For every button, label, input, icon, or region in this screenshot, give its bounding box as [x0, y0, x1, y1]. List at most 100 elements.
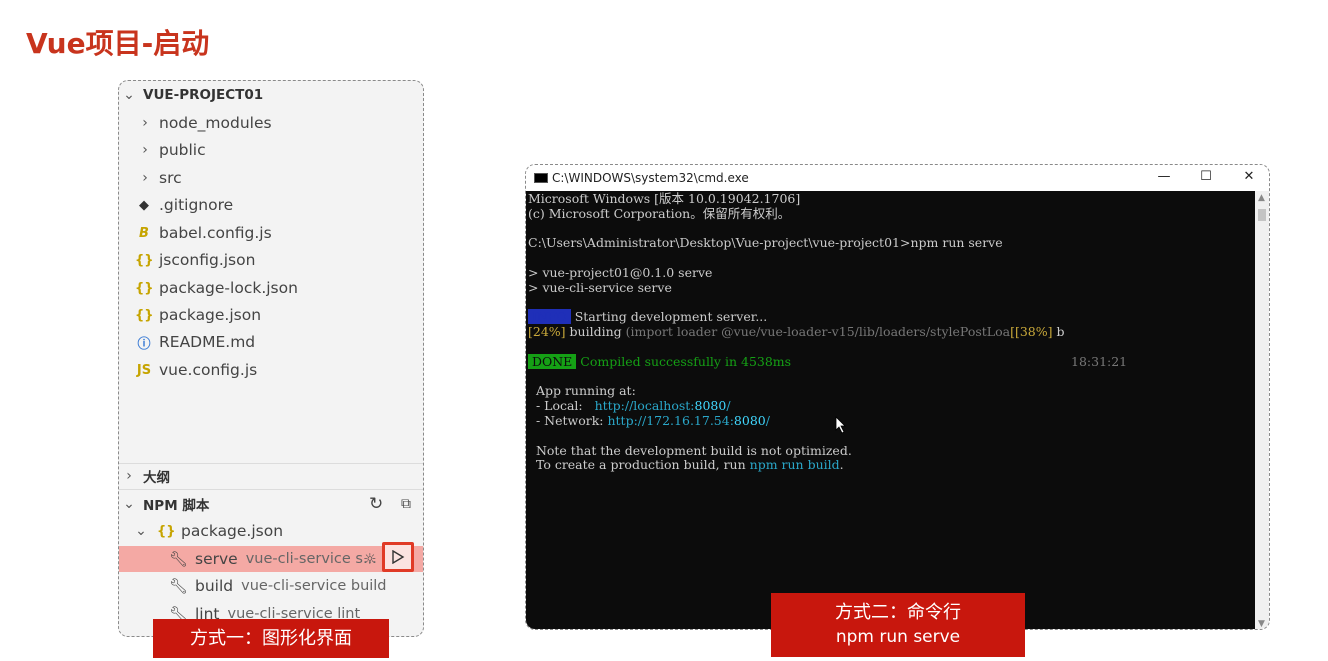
refresh-icon[interactable]: ↻: [369, 494, 383, 514]
console-text: /: [765, 412, 770, 428]
console-output[interactable]: Microsoft Windows [版本 10.0.19042.1706] (…: [526, 191, 1255, 629]
console-timestamp: 18:31:21: [1071, 353, 1128, 369]
chevron-right-icon: ›: [142, 142, 148, 158]
tree-item-vue-config[interactable]: JS vue.config.js: [119, 357, 423, 383]
chevron-right-icon: ›: [142, 115, 148, 131]
json-brace-icon: {}: [135, 307, 154, 323]
tree-item-src[interactable]: › src: [119, 165, 423, 191]
tree-item-package-lock[interactable]: {} package-lock.json: [119, 275, 423, 301]
tree-item-label: jsconfig.json: [159, 251, 256, 269]
local-port[interactable]: 8080: [695, 398, 727, 413]
section-divider: [119, 489, 423, 490]
mouse-cursor-icon: [835, 416, 846, 434]
npm-script-serve[interactable]: 🔧︎ serve vue-cli-service s... ☼: [119, 546, 423, 572]
script-name: serve: [195, 550, 238, 568]
scroll-thumb[interactable]: [1258, 209, 1266, 221]
badge-cli-command: npm run serve: [835, 627, 961, 647]
run-script-button[interactable]: [382, 542, 414, 572]
page-title: Vue项目-启动: [26, 27, 210, 60]
info-icon: ⓘ: [137, 336, 151, 352]
tree-item-package-json[interactable]: {} package.json: [119, 302, 423, 328]
scroll-up-icon[interactable]: ▲: [1258, 193, 1265, 203]
json-brace-icon: {}: [157, 523, 176, 539]
npm-scripts-label: NPM 脚本: [143, 498, 210, 514]
tree-item-label: public: [159, 141, 206, 159]
tree-item-readme[interactable]: ⓘ README.md: [119, 329, 423, 355]
json-brace-icon: {}: [135, 252, 154, 268]
cmd-app-icon: [534, 173, 548, 183]
console-text: Compiled successfully in 4538ms: [576, 353, 792, 369]
outline-section-header[interactable]: › 大纲: [119, 463, 423, 489]
console-text: npm run build: [749, 457, 840, 473]
console-line: To create a production build, run npm ru…: [528, 457, 1255, 473]
console-line: DONE Compiled successfully in 4538ms 18:3…: [528, 353, 1255, 370]
cmd-window-title: C:\WINDOWS\system32\cmd.exe: [552, 171, 749, 185]
project-name: VUE-PROJECT01: [143, 87, 264, 103]
tree-item-babel-config[interactable]: B babel.config.js: [119, 220, 423, 246]
npm-script-build[interactable]: 🔧︎ build vue-cli-service build: [119, 573, 423, 599]
console-line: > vue-project01@0.1.0 serve: [528, 264, 713, 280]
vscode-explorer-panel: ⌄ VUE-PROJECT01 › node_modules › public …: [118, 80, 424, 637]
script-name: build: [195, 577, 234, 595]
chevron-right-icon: ›: [126, 468, 132, 484]
badge-cli-method: 方式二：命令行 npm run serve: [771, 593, 1025, 657]
project-header[interactable]: ⌄ VUE-PROJECT01: [119, 82, 423, 108]
tree-item-jsconfig[interactable]: {} jsconfig.json: [119, 247, 423, 273]
tree-item-label: vue.config.js: [159, 361, 258, 379]
console-line: Note that the development build is not o…: [528, 442, 852, 458]
console-scrollbar[interactable]: ▲ ▼: [1255, 191, 1269, 629]
debug-icon[interactable]: ☼: [363, 550, 376, 568]
console-line: [24%] building (import loader @vue/vue-l…: [528, 324, 1255, 340]
npm-scripts-section-header[interactable]: ⌄ NPM 脚本 ↻ ⧉: [119, 491, 423, 517]
collapse-all-icon[interactable]: ⧉: [401, 496, 411, 512]
wrench-icon: 🔧︎: [169, 577, 189, 595]
babel-icon: B: [139, 225, 149, 241]
close-icon[interactable]: ✕: [1239, 169, 1259, 187]
npm-package-json[interactable]: ⌄ {} package.json: [119, 518, 423, 544]
script-command: vue-cli-service build: [241, 578, 387, 594]
console-text: Starting development server...: [570, 309, 768, 325]
tree-item-label: src: [159, 169, 182, 187]
tree-item-node-modules[interactable]: › node_modules: [119, 110, 423, 136]
network-port[interactable]: 8080: [734, 413, 766, 428]
console-blank: [528, 296, 1255, 311]
chevron-down-icon: ⌄: [135, 523, 147, 539]
json-brace-icon: {}: [135, 280, 154, 296]
tree-item-label: README.md: [159, 333, 256, 351]
cmd-titlebar: C:\WINDOWS\system32\cmd.exe — ☐ ✕: [526, 165, 1269, 191]
minimize-icon[interactable]: —: [1154, 169, 1174, 187]
console-text: /: [726, 398, 731, 414]
console-text: (import loader @vue/vue-loader-v15/lib/l…: [625, 324, 1011, 340]
badge-cli-title: 方式二：命令行: [835, 602, 961, 623]
tree-item-gitignore[interactable]: ◆ .gitignore: [119, 192, 423, 218]
console-blank: [528, 340, 1255, 355]
console-line: > vue-cli-service serve: [528, 279, 672, 295]
git-icon: ◆: [139, 197, 149, 213]
console-text: To create a production build, run: [528, 457, 750, 473]
local-url[interactable]: http://localhost:: [595, 398, 695, 413]
chevron-down-icon: ⌄: [123, 496, 135, 512]
console-line: C:\Users\Administrator\Desktop\Vue-proje…: [528, 235, 1003, 251]
js-icon: JS: [136, 362, 152, 378]
console-line: - Network: http://172.16.17.54:8080/: [528, 412, 1255, 429]
chevron-right-icon: ›: [142, 170, 148, 186]
tree-item-label: node_modules: [159, 114, 272, 132]
npm-package-label: package.json: [181, 522, 284, 540]
console-text: - Local:: [528, 398, 595, 414]
console-blank: [528, 222, 1255, 237]
scroll-down-icon[interactable]: ▼: [1258, 619, 1265, 629]
console-line: - Local: http://localhost:8080/: [528, 398, 1255, 414]
tree-item-label: package-lock.json: [159, 279, 298, 297]
console-blank: [528, 370, 1255, 385]
console-line: (c) Microsoft Corporation。保留所有权利。: [528, 205, 791, 221]
console-blank: [528, 429, 1255, 444]
console-line: App running at:: [528, 383, 636, 399]
maximize-icon[interactable]: ☐: [1196, 169, 1216, 187]
console-text: b: [1052, 324, 1065, 340]
outline-label: 大纲: [143, 470, 170, 486]
network-url[interactable]: http://172.16.17.54:: [607, 413, 733, 428]
badge-gui-method: 方式一：图形化界面: [153, 619, 389, 658]
script-command: vue-cli-service s...: [245, 551, 377, 567]
console-line: Microsoft Windows [版本 10.0.19042.1706]: [528, 191, 801, 206]
tree-item-public[interactable]: › public: [119, 137, 423, 163]
